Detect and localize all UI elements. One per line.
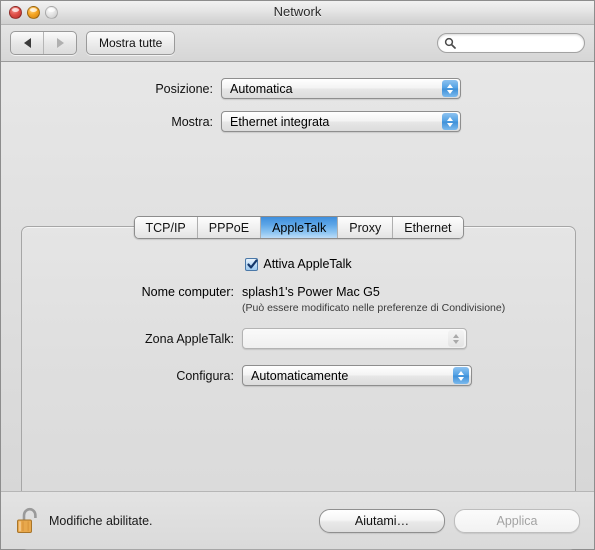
show-label: Mostra: [171,114,213,129]
tab-pppoe[interactable]: PPPoE [196,217,261,238]
enable-appletalk-checkbox[interactable] [245,257,259,271]
help-me-button[interactable]: Aiutami… [319,508,445,533]
tab-tcpip[interactable]: TCP/IP [134,217,197,238]
show-value: Ethernet integrata [230,114,330,129]
configure-popup[interactable]: Automaticamente [242,365,472,386]
configure-label: Configura: [176,368,234,383]
chevron-updown-icon [448,330,464,347]
triangle-right-icon [56,38,64,48]
location-row: Posizione: Automatica [1,78,594,99]
tab-bar: TCP/IP PPPoE AppleTalk Proxy Ethernet [133,216,464,239]
window-titlebar: Network [1,1,594,25]
forward-button [43,32,76,54]
location-popup[interactable]: Automatica [221,78,461,99]
toolbar: Mostra tutte [1,25,594,62]
appletalk-zone-row: Zona AppleTalk: [22,328,575,349]
lock-status-text: Modifiche abilitate. [49,513,153,528]
navigation-buttons [10,31,77,55]
preferences-content: Posizione: Automatica Mostra: Ethernet i… [1,62,594,550]
back-button[interactable] [11,32,43,54]
tab-ethernet[interactable]: Ethernet [392,217,463,238]
apply-button: Applica [454,508,580,533]
appletalk-zone-popup [242,328,467,349]
appletalk-panel: Attiva AppleTalk Nome computer: splash1'… [22,249,575,386]
computer-name-row: Nome computer: splash1's Power Mac G5 (P… [22,285,575,314]
configure-row: Configura: Automaticamente [22,365,575,386]
appletalk-zone-label: Zona AppleTalk: [145,331,234,346]
configure-value: Automaticamente [251,368,349,383]
computer-name-value: splash1's Power Mac G5 [242,285,380,299]
window-title: Network [273,4,322,19]
location-label: Posizione: [155,81,213,96]
chevron-updown-icon [442,80,458,97]
computer-name-label: Nome computer: [141,285,234,299]
chevron-updown-icon [453,367,469,384]
network-preferences-window: Network Mostra tutte Posizione: Automati… [0,0,595,550]
tab-proxy[interactable]: Proxy [337,217,393,238]
show-all-button[interactable]: Mostra tutte [86,31,176,55]
chevron-updown-icon [442,113,458,130]
bottom-bar: Modifiche abilitate. Aiutami… Applica [1,491,594,549]
location-value: Automatica [230,81,293,96]
enable-appletalk-row: Attiva AppleTalk [22,257,575,271]
triangle-left-icon [23,38,31,48]
action-buttons: Aiutami… Applica [319,508,580,533]
show-row: Mostra: Ethernet integrata [1,111,594,132]
computer-name-hint: (Può essere modificato nelle preferenze … [242,302,506,314]
tab-appletalk[interactable]: AppleTalk [260,217,338,238]
enable-appletalk-label: Attiva AppleTalk [263,257,352,271]
show-popup[interactable]: Ethernet integrata [221,111,461,132]
checkmark-icon [247,259,258,268]
unlocked-padlock-icon[interactable] [15,506,41,536]
search-field[interactable] [437,33,585,53]
search-input[interactable] [437,33,585,53]
